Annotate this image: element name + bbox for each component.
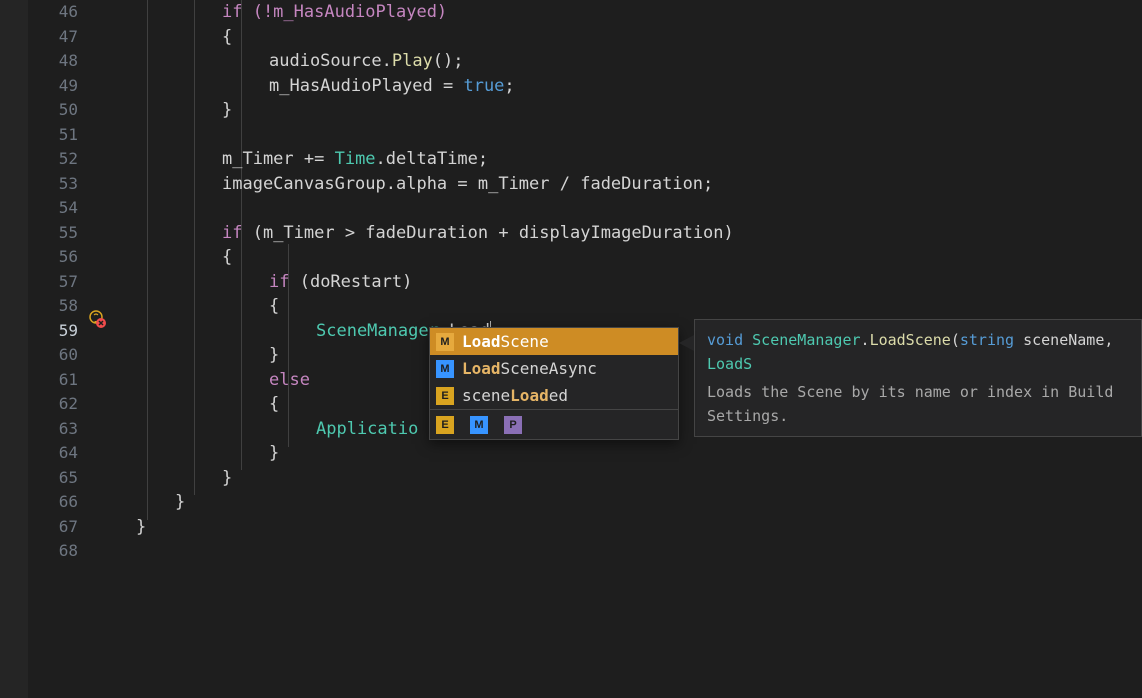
code-text: (doRestart): [289, 272, 412, 292]
code-text: {: [108, 27, 232, 47]
code-line[interactable]: {: [108, 294, 1142, 319]
code-line[interactable]: if (!m_HasAudioPlayed): [108, 0, 1142, 25]
documentation-tooltip: void SceneManager.LoadScene(string scene…: [694, 319, 1142, 437]
code-text: {: [108, 296, 279, 316]
doc-text: .: [861, 331, 870, 349]
code-text: }: [108, 468, 232, 488]
code-text: }: [108, 492, 185, 512]
autocomplete-kind-icon: M: [436, 360, 454, 378]
autocomplete-filter-m[interactable]: M: [470, 416, 488, 434]
code-line[interactable]: [108, 539, 1142, 564]
doc-signature: void SceneManager.LoadScene(string scene…: [707, 328, 1129, 376]
code-text: Applicatio: [108, 419, 418, 439]
autocomplete-label: LoadScene: [462, 332, 672, 351]
code-line[interactable]: {: [108, 25, 1142, 50]
tooltip-arrow-icon: [679, 335, 694, 351]
code-text: }: [108, 443, 279, 463]
code-text: if: [222, 223, 242, 243]
doc-method: LoadScene: [870, 331, 951, 349]
autocomplete-kind-icon: E: [436, 387, 454, 405]
autocomplete-filter-e[interactable]: E: [436, 416, 454, 434]
code-line[interactable]: }: [108, 441, 1142, 466]
gutter: 4647484950515253545556575859606162636465…: [0, 0, 108, 698]
code-line[interactable]: }: [108, 466, 1142, 491]
code-text: else: [108, 370, 310, 390]
code-line[interactable]: {: [108, 245, 1142, 270]
doc-param-type: string: [960, 331, 1014, 349]
code-text: imageCanvasGroup.alpha = m_Timer / fadeD…: [108, 174, 713, 194]
code-text: }: [108, 100, 232, 120]
autocomplete-kind-icon: M: [436, 333, 454, 351]
code-text: if: [269, 272, 289, 292]
code-text: if (!m_HasAudioPlayed): [108, 2, 447, 22]
code-text: {: [108, 394, 279, 414]
code-text: .deltaTime;: [376, 149, 489, 169]
code-text: (m_Timer > fadeDuration + displayImageDu…: [242, 223, 733, 243]
code-text: .: [382, 51, 392, 71]
code-text: m_Timer +=: [222, 149, 335, 169]
autocomplete-item[interactable]: M LoadScene: [430, 328, 678, 355]
code-line[interactable]: imageCanvasGroup.alpha = m_Timer / fadeD…: [108, 172, 1142, 197]
doc-param-name: sceneName,: [1014, 331, 1113, 349]
doc-text: (: [951, 331, 960, 349]
code-line[interactable]: }: [108, 98, 1142, 123]
code-text: Play: [392, 51, 433, 71]
autocomplete-filter-bar: EMP: [430, 409, 678, 439]
lightbulb-error-icon[interactable]: [88, 310, 106, 328]
code-text: }: [108, 345, 279, 365]
code-line[interactable]: m_HasAudioPlayed = true;: [108, 74, 1142, 99]
code-text: Time: [335, 149, 376, 169]
code-line[interactable]: if (m_Timer > fadeDuration + displayImag…: [108, 221, 1142, 246]
autocomplete-item[interactable]: EsceneLoaded: [430, 382, 678, 409]
code-text: true: [463, 76, 504, 96]
code-text: audioSource: [269, 51, 382, 71]
code-text: ;: [504, 76, 514, 96]
code-line[interactable]: }: [108, 515, 1142, 540]
autocomplete-item[interactable]: M LoadSceneAsync: [430, 355, 678, 382]
code-text: ();: [433, 51, 464, 71]
code-text: {: [108, 247, 232, 267]
doc-keyword: void: [707, 331, 743, 349]
code-text: SceneManager: [316, 321, 439, 341]
code-line[interactable]: m_Timer += Time.deltaTime;: [108, 147, 1142, 172]
code-line[interactable]: if (doRestart): [108, 270, 1142, 295]
code-text: }: [108, 517, 146, 537]
code-line[interactable]: audioSource.Play();: [108, 49, 1142, 74]
code-line[interactable]: [108, 123, 1142, 148]
doc-class: SceneManager: [752, 331, 860, 349]
doc-description: Loads the Scene by its name or index in …: [707, 380, 1129, 428]
code-text: m_HasAudioPlayed =: [269, 76, 463, 96]
sidebar-strip: [0, 0, 28, 698]
autocomplete-label: sceneLoaded: [462, 386, 672, 405]
doc-param-type: LoadS: [707, 355, 752, 373]
code-line[interactable]: [108, 196, 1142, 221]
autocomplete-popup[interactable]: MLoadSceneMLoadSceneAsyncEsceneLoaded EM…: [429, 327, 679, 440]
code-line[interactable]: }: [108, 490, 1142, 515]
autocomplete-filter-p[interactable]: P: [504, 416, 522, 434]
autocomplete-label: LoadSceneAsync: [462, 359, 672, 378]
